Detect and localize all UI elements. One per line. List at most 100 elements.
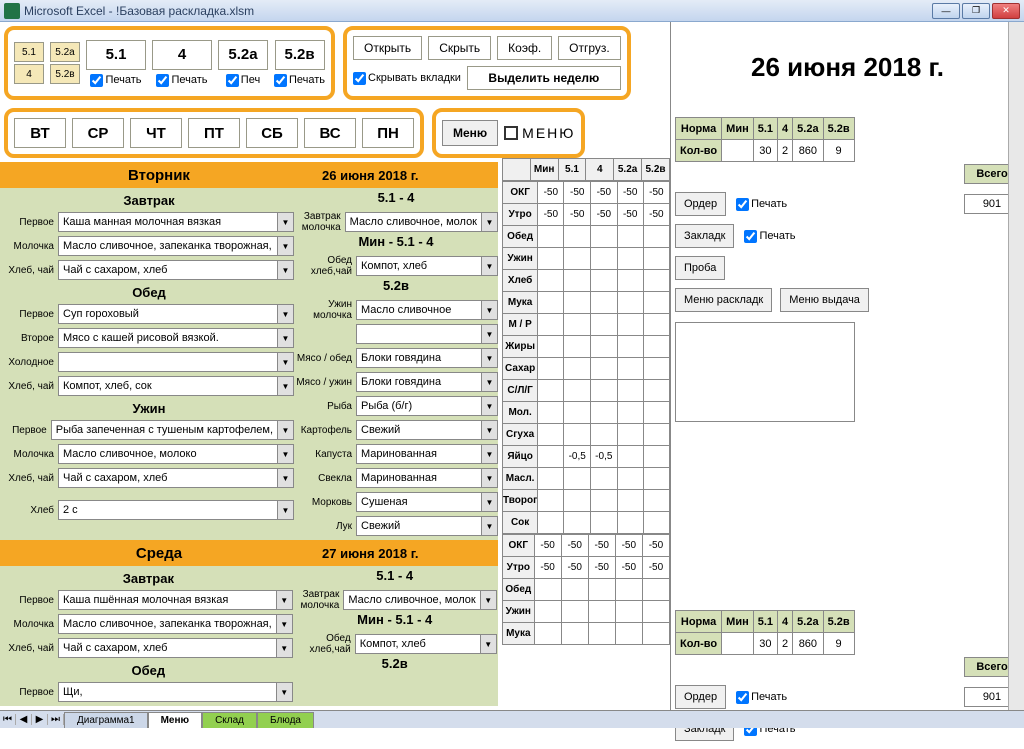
dropdown[interactable]: Компот, хлеб▼ xyxy=(356,256,498,276)
day-sb[interactable]: СБ xyxy=(246,118,298,148)
print-5-2v[interactable]: Печать xyxy=(274,74,325,87)
chevron-down-icon[interactable]: ▼ xyxy=(277,237,293,255)
dropdown[interactable]: ▼ xyxy=(58,352,294,372)
coef-button[interactable]: Коэф. xyxy=(497,36,552,60)
dropdown[interactable]: Маринованная▼ xyxy=(356,444,498,464)
print-4[interactable]: Печать xyxy=(156,74,207,87)
mini-5-1[interactable]: 5.1 xyxy=(14,42,44,62)
chevron-down-icon[interactable]: ▼ xyxy=(481,493,497,511)
print-zaklad[interactable]: Печать xyxy=(744,230,795,243)
dropdown[interactable]: Масло сливочное, молоко▼ xyxy=(58,444,294,464)
chevron-down-icon[interactable]: ▼ xyxy=(480,635,496,653)
chevron-down-icon[interactable]: ▼ xyxy=(276,591,292,609)
day-vs[interactable]: ВС xyxy=(304,118,356,148)
vertical-scrollbar[interactable] xyxy=(1008,22,1024,710)
print-5-1[interactable]: Печать xyxy=(90,74,141,87)
dropdown[interactable]: Суп гороховый▼ xyxy=(58,304,294,324)
chevron-down-icon[interactable]: ▼ xyxy=(276,615,292,633)
dropdown[interactable]: Блоки говядина▼ xyxy=(356,372,498,392)
chevron-down-icon[interactable]: ▼ xyxy=(277,469,293,487)
hide-tabs-cb[interactable]: Скрывать вкладки xyxy=(353,72,461,85)
chevron-down-icon[interactable]: ▼ xyxy=(277,329,293,347)
dropdown[interactable]: Каша пшённая молочная вязкая▼ xyxy=(58,590,293,610)
chevron-down-icon[interactable]: ▼ xyxy=(480,591,496,609)
day-pn[interactable]: ПН xyxy=(362,118,414,148)
dropdown[interactable]: Масло сливочное, запеканка творожная,▼ xyxy=(58,614,293,634)
dropdown[interactable]: Сушеная▼ xyxy=(356,492,498,512)
dropdown[interactable]: Маринованная▼ xyxy=(356,468,498,488)
chevron-down-icon[interactable]: ▼ xyxy=(481,213,497,231)
dropdown[interactable]: 2 с▼ xyxy=(58,500,294,520)
chevron-down-icon[interactable]: ▼ xyxy=(481,517,497,535)
dropdown[interactable]: Рыба (б/г)▼ xyxy=(356,396,498,416)
chevron-down-icon[interactable]: ▼ xyxy=(481,469,497,487)
chevron-down-icon[interactable]: ▼ xyxy=(277,445,293,463)
tab-sklad[interactable]: Склад xyxy=(202,712,257,728)
big-5-1[interactable]: 5.1 xyxy=(86,40,146,70)
chevron-down-icon[interactable]: ▼ xyxy=(481,349,497,367)
chevron-down-icon[interactable]: ▼ xyxy=(277,213,293,231)
chevron-down-icon[interactable]: ▼ xyxy=(276,639,292,657)
dropdown[interactable]: Мясо с кашей рисовой вязкой.▼ xyxy=(58,328,294,348)
chevron-down-icon[interactable]: ▼ xyxy=(481,301,497,319)
tab-bluda[interactable]: Блюда xyxy=(257,712,314,728)
dropdown[interactable]: Чай с сахаром, хлеб▼ xyxy=(58,638,293,658)
day-sr[interactable]: СР xyxy=(72,118,124,148)
dropdown[interactable]: Свежий▼ xyxy=(356,420,498,440)
chevron-down-icon[interactable]: ▼ xyxy=(481,421,497,439)
day-pt[interactable]: ПТ xyxy=(188,118,240,148)
print-order[interactable]: Печать xyxy=(736,691,787,704)
close-button[interactable]: ✕ xyxy=(992,3,1020,19)
mini-5-2a[interactable]: 5.2а xyxy=(50,42,80,62)
menu-raskl-button[interactable]: Меню раскладк xyxy=(675,288,772,312)
menu-button[interactable]: Меню xyxy=(442,120,498,146)
chevron-down-icon[interactable]: ▼ xyxy=(277,305,293,323)
chevron-down-icon[interactable]: ▼ xyxy=(481,373,497,391)
ship-button[interactable]: Отгруз. xyxy=(558,36,621,60)
tab-nav-first[interactable]: ⏮ xyxy=(0,714,16,725)
dropdown[interactable]: ▼ xyxy=(356,324,498,344)
dropdown[interactable]: Чай с сахаром, хлеб▼ xyxy=(58,468,294,488)
chevron-down-icon[interactable]: ▼ xyxy=(481,325,497,343)
maximize-button[interactable]: ❐ xyxy=(962,3,990,19)
chevron-down-icon[interactable]: ▼ xyxy=(277,261,293,279)
chevron-down-icon[interactable]: ▼ xyxy=(481,397,497,415)
big-4[interactable]: 4 xyxy=(152,40,212,70)
dropdown[interactable]: Масло сливочное, молок▼ xyxy=(345,212,498,232)
tab-nav-prev[interactable]: ◀ xyxy=(16,714,32,725)
tab-menu[interactable]: Меню xyxy=(148,712,202,728)
order-button[interactable]: Ордер xyxy=(675,192,726,216)
dropdown[interactable]: Масло сливочное, молок▼ xyxy=(343,590,496,610)
menu-label[interactable]: МЕНЮ xyxy=(504,125,575,141)
select-week-button[interactable]: Выделить неделю xyxy=(467,66,621,90)
menu-vyd-button[interactable]: Меню выдача xyxy=(780,288,869,312)
chevron-down-icon[interactable]: ▼ xyxy=(276,683,292,701)
tab-nav-next[interactable]: ▶ xyxy=(32,714,48,725)
chevron-down-icon[interactable]: ▼ xyxy=(277,421,293,439)
dropdown[interactable]: Масло сливочное, запеканка творожная,▼ xyxy=(58,236,294,256)
hide-button[interactable]: Скрыть xyxy=(428,36,491,60)
zaklad-button[interactable]: Закладк xyxy=(675,224,734,248)
dropdown[interactable]: Блоки говядина▼ xyxy=(356,348,498,368)
tab-diagram[interactable]: Диаграмма1 xyxy=(64,712,148,728)
big-5-2a[interactable]: 5.2а xyxy=(218,40,268,70)
print-5-2a[interactable]: Печ xyxy=(226,74,260,87)
open-button[interactable]: Открыть xyxy=(353,36,422,60)
proba-button[interactable]: Проба xyxy=(675,256,725,280)
dropdown[interactable]: Компот, хлеб, сок▼ xyxy=(58,376,294,396)
dropdown[interactable]: Компот, хлеб▼ xyxy=(355,634,497,654)
dropdown[interactable]: Рыба запеченная с тушеным картофелем,▼ xyxy=(51,420,294,440)
dropdown[interactable]: Свежий▼ xyxy=(356,516,498,536)
mini-5-2v[interactable]: 5.2в xyxy=(50,64,80,84)
dropdown[interactable]: Щи,▼ xyxy=(58,682,293,702)
dropdown[interactable]: Каша манная молочная вязкая▼ xyxy=(58,212,294,232)
tab-nav-last[interactable]: ⏭ xyxy=(48,714,64,725)
order-button[interactable]: Ордер xyxy=(675,685,726,709)
day-cht[interactable]: ЧТ xyxy=(130,118,182,148)
chevron-down-icon[interactable]: ▼ xyxy=(277,377,293,395)
dropdown[interactable]: Чай с сахаром, хлеб▼ xyxy=(58,260,294,280)
chevron-down-icon[interactable]: ▼ xyxy=(277,353,293,371)
chevron-down-icon[interactable]: ▼ xyxy=(277,501,293,519)
dropdown[interactable]: Масло сливочное▼ xyxy=(356,300,498,320)
big-5-2v[interactable]: 5.2в xyxy=(275,40,325,70)
